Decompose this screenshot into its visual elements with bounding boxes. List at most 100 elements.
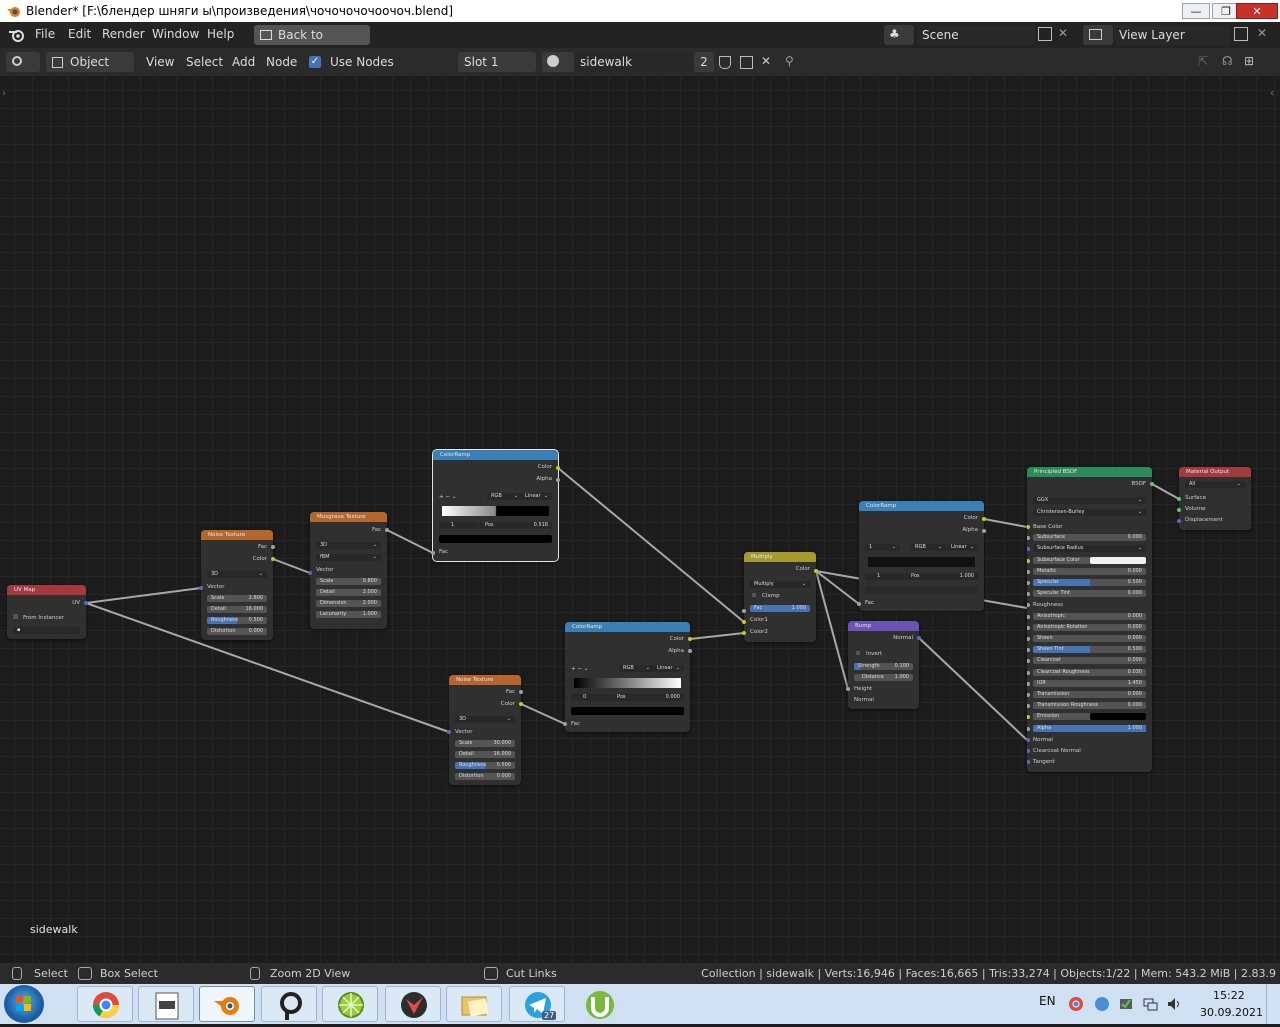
browse-material-button[interactable] xyxy=(542,52,574,72)
bsdf-input-socket[interactable] xyxy=(1027,659,1030,664)
show-desktop-button[interactable] xyxy=(1266,984,1280,1024)
bsdf-input-clearcoat-normal[interactable]: Clearcoat Normal xyxy=(1033,747,1081,755)
blend-mode-dropdown[interactable]: Multiply ⌄ xyxy=(750,581,810,588)
socket-color-out[interactable] xyxy=(271,557,275,561)
bsdf-input-socket[interactable] xyxy=(1027,581,1030,585)
node-header[interactable]: Principled BSDF xyxy=(1027,467,1152,477)
socket-color-out[interactable] xyxy=(519,702,523,706)
stop-color-swatch[interactable] xyxy=(865,586,978,594)
bsdf-input-normal[interactable]: Normal xyxy=(1033,736,1053,744)
socket-fac-out[interactable] xyxy=(519,690,523,694)
clock-date[interactable]: 30.09.2021 xyxy=(1200,1006,1263,1019)
blender-menu-icon[interactable] xyxy=(8,27,26,43)
socket-alpha-out[interactable] xyxy=(556,478,560,482)
new-view-layer-icon[interactable] xyxy=(1234,27,1248,41)
node-principled-bsdf[interactable]: Principled BSDF BSDF GGX ⌄ Christensen-Bu… xyxy=(1027,467,1152,772)
bsdf-input-socket[interactable] xyxy=(1027,726,1030,731)
socket-color1-in[interactable] xyxy=(742,620,746,624)
bsdf-input-metallic[interactable]: Metallic 0.000 xyxy=(1033,567,1146,575)
roughness-field[interactable]: Roughness 0.500 xyxy=(455,762,515,769)
socket-color2-in[interactable] xyxy=(742,631,746,635)
node-color-ramp-3[interactable]: ColorRamp Color Alpha + − ⌄ RGB ⌄ Linear ⌄… xyxy=(565,622,690,732)
stop-index-field[interactable]: 1 xyxy=(439,522,478,529)
bsdf-input-socket[interactable] xyxy=(1027,536,1030,541)
musgrave-type-dropdown[interactable]: fBM ⌄ xyxy=(316,554,381,561)
bsdf-input-socket[interactable] xyxy=(1027,681,1030,686)
socket-displacement-in[interactable] xyxy=(1177,519,1181,523)
scale-field[interactable]: Scale 0.800 xyxy=(316,578,381,585)
node-uv-map[interactable]: UV Map UV From Instancer ▪ xyxy=(7,585,86,639)
socket-alpha-out[interactable] xyxy=(982,529,986,533)
node-noise-texture-2[interactable]: Noise Texture Fac Color 3D ⌄ Vector Scale… xyxy=(449,675,521,785)
bsdf-input-socket[interactable] xyxy=(1027,737,1030,742)
stop-position-field[interactable]: Pos 1.000 xyxy=(905,573,978,580)
menu-window[interactable]: Window xyxy=(152,27,199,41)
clock-time[interactable]: 15:22 xyxy=(1213,989,1245,1002)
node-header[interactable]: Bump xyxy=(848,621,919,631)
taskbar-explorer[interactable] xyxy=(446,986,502,1022)
dimension-field[interactable]: Dimension 2.000 xyxy=(316,600,381,607)
dimension-dropdown[interactable]: 3D ⌄ xyxy=(207,571,267,578)
stop-position-field[interactable]: Pos 0.000 xyxy=(611,694,684,701)
material-name-field[interactable]: sidewalk xyxy=(575,52,693,72)
editor-type-button[interactable] xyxy=(6,52,40,72)
parent-node-tree-icon[interactable]: ⇱ xyxy=(1198,54,1208,68)
node-header[interactable]: Multiply xyxy=(744,552,816,562)
bsdf-input-emission[interactable]: Emission xyxy=(1033,713,1146,721)
bsdf-input-anisotropic[interactable]: Anisotropic 0.000 xyxy=(1033,612,1146,620)
socket-surface-in[interactable] xyxy=(1177,497,1181,501)
menu-add[interactable]: Add xyxy=(232,55,255,69)
node-material-output[interactable]: Material Output All ⌄ Surface Volume Disp… xyxy=(1179,467,1251,530)
socket-color-out[interactable] xyxy=(982,517,986,521)
bsdf-input-sheen[interactable]: Sheen 0.000 xyxy=(1033,635,1146,642)
socket-vector-in[interactable] xyxy=(447,730,451,734)
target-dropdown[interactable]: All ⌄ xyxy=(1185,481,1245,488)
detail-field[interactable]: Detail 2.000 xyxy=(316,589,381,596)
bsdf-input-roughness[interactable]: Roughness xyxy=(1033,601,1063,609)
subsurface-method-dropdown[interactable]: Christensen-Burley ⌄ xyxy=(1033,509,1146,516)
color-ramp-gradient[interactable] xyxy=(574,678,681,688)
bsdf-input-socket[interactable] xyxy=(1027,637,1030,641)
socket-vector-in[interactable] xyxy=(199,586,203,590)
bsdf-input-clearcoat-roughness[interactable]: Clearcoat Roughness 0.030 xyxy=(1033,668,1146,676)
stop-index-field[interactable]: 0 xyxy=(571,694,610,701)
unlink-material-icon[interactable]: ✕ xyxy=(761,54,771,68)
bsdf-input-socket[interactable] xyxy=(1027,592,1030,597)
menu-edit[interactable]: Edit xyxy=(68,27,91,41)
bsdf-input-socket[interactable] xyxy=(1027,569,1030,574)
distortion-field[interactable]: Distortion 0.000 xyxy=(455,773,515,780)
ramp-add-remove[interactable]: + − ⌄ xyxy=(439,493,456,501)
taskbar-search-app[interactable] xyxy=(261,986,317,1022)
duplicate-material-icon[interactable] xyxy=(740,56,753,69)
bsdf-input-socket[interactable] xyxy=(1027,749,1030,753)
language-indicator[interactable]: EN xyxy=(1039,994,1056,1008)
menu-file[interactable]: File xyxy=(35,27,55,41)
lacunarity-field[interactable]: Lacunarity 1.000 xyxy=(316,611,381,618)
material-users-count[interactable]: 2 xyxy=(694,52,714,72)
fac-field[interactable]: Fac 1.000 xyxy=(750,605,810,612)
minimize-button[interactable]: — xyxy=(1182,3,1210,19)
bsdf-input-tangent[interactable]: Tangent xyxy=(1033,758,1055,766)
interpolation-dropdown[interactable]: Linear ⌄ xyxy=(521,493,552,500)
socket-fac-in[interactable] xyxy=(857,602,861,606)
menu-render[interactable]: Render xyxy=(102,27,145,41)
socket-color-out[interactable] xyxy=(556,466,560,470)
dimension-dropdown[interactable]: 3D ⌄ xyxy=(316,542,381,549)
taskbar-vector-app[interactable] xyxy=(385,986,441,1022)
node-header[interactable]: ColorRamp xyxy=(565,622,690,632)
menu-select[interactable]: Select xyxy=(186,55,223,69)
taskbar-blender[interactable] xyxy=(199,986,255,1022)
use-nodes-checkbox[interactable]: ✓ xyxy=(309,56,321,68)
bsdf-input-socket[interactable] xyxy=(1027,760,1030,765)
taskbar-citrus-app[interactable] xyxy=(322,986,378,1022)
distribution-dropdown[interactable]: GGX ⌄ xyxy=(1033,497,1146,504)
socket-fac-in[interactable] xyxy=(431,551,435,555)
socket-fac-out[interactable] xyxy=(385,528,389,532)
node-header[interactable]: Material Output xyxy=(1179,467,1251,477)
invert-checkbox[interactable]: Invert xyxy=(854,650,882,658)
node-header[interactable]: ColorRamp xyxy=(859,501,984,511)
start-button[interactable] xyxy=(4,985,44,1023)
color-mode-dropdown[interactable]: RGB ⌄ xyxy=(619,665,654,672)
color-mode-dropdown[interactable]: RGB ⌄ xyxy=(911,544,946,551)
bsdf-input-specular[interactable]: Specular 0.500 xyxy=(1033,579,1146,586)
